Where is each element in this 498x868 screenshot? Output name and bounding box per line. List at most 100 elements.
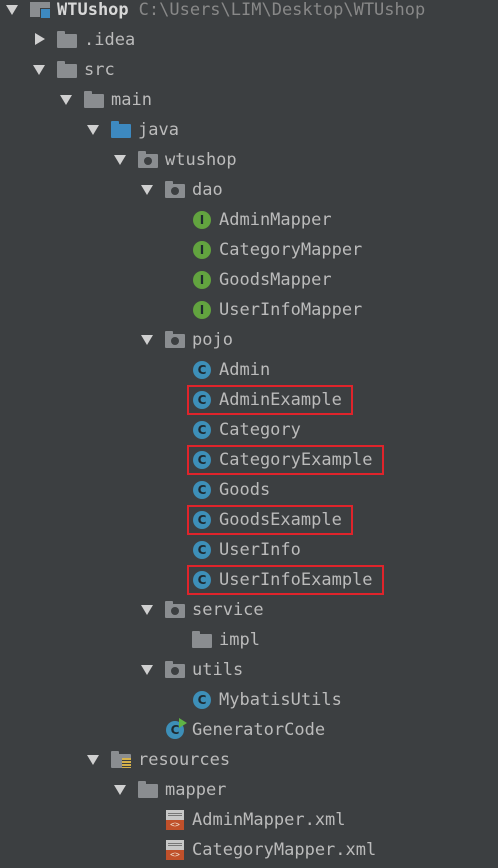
chevron-down-icon[interactable] — [4, 0, 20, 25]
interface-icon: I — [192, 271, 212, 289]
tree-node-label: AdminMapper — [219, 205, 332, 235]
node-name: AdminExample — [219, 390, 342, 410]
tree-node-goods[interactable]: C Goods — [0, 475, 498, 505]
tree-node-label: GeneratorCode — [192, 715, 325, 745]
class-icon: C — [192, 691, 212, 709]
tree-node-goodsexample[interactable]: C GoodsExample — [0, 505, 498, 535]
tree-node-label: src — [84, 55, 115, 85]
tree-node-impl[interactable]: impl — [0, 625, 498, 655]
tree-node--idea[interactable]: .idea — [0, 25, 498, 55]
tree-node-category[interactable]: C Category — [0, 415, 498, 445]
tree-node-label: .idea — [84, 25, 135, 55]
node-name: GoodsExample — [219, 510, 342, 530]
tree-node-resources[interactable]: resources — [0, 745, 498, 775]
node-name: Admin — [219, 360, 271, 380]
tree-node-label: Category — [219, 415, 301, 445]
tree-node-admin[interactable]: C Admin — [0, 355, 498, 385]
node-name: utils — [192, 660, 244, 680]
tree-node-dao[interactable]: dao — [0, 175, 498, 205]
tree-node-wtushop[interactable]: WTUshop C:\Users\LIM\Desktop\WTUshop — [0, 0, 498, 25]
node-name: Category — [219, 420, 301, 440]
node-name: wtushop — [165, 150, 237, 170]
tree-node-src[interactable]: src — [0, 55, 498, 85]
module-icon — [30, 1, 51, 19]
tree-node-label: CategoryMapper — [219, 235, 362, 265]
tree-node-label: pojo — [192, 325, 233, 355]
tree-node-label: Admin — [219, 355, 270, 385]
node-name: UserInfoExample — [219, 570, 373, 590]
tree-node-categorymapper[interactable]: I CategoryMapper — [0, 235, 498, 265]
tree-node-pojo[interactable]: pojo — [0, 325, 498, 355]
chevron-down-icon[interactable] — [112, 775, 128, 805]
package-icon — [165, 601, 185, 619]
runnable-class-icon: C — [165, 718, 187, 739]
class-icon: C — [192, 391, 212, 409]
node-name: .idea — [84, 30, 136, 50]
chevron-down-icon[interactable] — [58, 85, 74, 115]
chevron-down-icon[interactable] — [139, 175, 155, 205]
chevron-down-icon[interactable] — [85, 115, 101, 145]
chevron-down-icon[interactable] — [139, 595, 155, 625]
tree-node-utils[interactable]: utils — [0, 655, 498, 685]
class-icon: C — [192, 571, 212, 589]
tree-node-java[interactable]: java — [0, 115, 498, 145]
node-name: java — [138, 120, 179, 140]
tree-node-main[interactable]: main — [0, 85, 498, 115]
chevron-down-icon[interactable] — [85, 745, 101, 775]
tree-node-label: AdminMapper.xml — [192, 805, 346, 835]
package-icon — [165, 661, 185, 679]
tree-node-mapper[interactable]: mapper — [0, 775, 498, 805]
node-name: pojo — [192, 330, 233, 350]
tree-node-label: resources — [138, 745, 230, 775]
tree-node-goodsmapper[interactable]: I GoodsMapper — [0, 265, 498, 295]
package-icon — [165, 331, 185, 349]
node-name: GeneratorCode — [192, 720, 326, 740]
package-icon — [138, 151, 158, 169]
tree-node-label: CategoryExample — [219, 445, 373, 475]
tree-node-label: impl — [219, 625, 260, 655]
tree-node-label: main — [111, 85, 152, 115]
tree-node-label: UserInfoMapper — [219, 295, 362, 325]
chevron-down-icon[interactable] — [112, 145, 128, 175]
tree-node-label: GoodsMapper — [219, 265, 332, 295]
node-name: CategoryMapper.xml — [192, 840, 377, 860]
tree-node-mybatisutils[interactable]: C MybatisUtils — [0, 685, 498, 715]
class-icon: C — [192, 451, 212, 469]
tree-node-categorymapper-xml[interactable]: <> CategoryMapper.xml — [0, 835, 498, 865]
tree-node-label: UserInfoExample — [219, 565, 373, 595]
class-icon: C — [192, 361, 212, 379]
class-icon: C — [192, 481, 212, 499]
node-name: src — [84, 60, 115, 80]
xml-file-icon: <> — [165, 810, 185, 830]
node-name: UserInfoMapper — [219, 300, 363, 320]
folder-icon — [57, 31, 77, 49]
chevron-down-icon[interactable] — [31, 55, 47, 85]
tree-node-userinfoexample[interactable]: C UserInfoExample — [0, 565, 498, 595]
tree-node-adminmapper-xml[interactable]: <> AdminMapper.xml — [0, 805, 498, 835]
tree-node-adminmapper[interactable]: I AdminMapper — [0, 205, 498, 235]
chevron-right-icon[interactable] — [31, 25, 47, 55]
tree-node-userinfomapper[interactable]: I UserInfoMapper — [0, 295, 498, 325]
node-name: CategoryExample — [219, 450, 373, 470]
chevron-down-icon[interactable] — [139, 655, 155, 685]
node-name: mapper — [165, 780, 227, 800]
project-tree: WTUshop C:\Users\LIM\Desktop\WTUshop .idea… — [0, 0, 498, 865]
folder-icon — [138, 781, 158, 799]
tree-node-adminexample[interactable]: C AdminExample — [0, 385, 498, 415]
class-icon: C — [192, 511, 212, 529]
tree-node-generatorcode[interactable]: C GeneratorCode — [0, 715, 498, 745]
tree-node-userinfo[interactable]: C UserInfo — [0, 535, 498, 565]
node-name: MybatisUtils — [219, 690, 342, 710]
tree-node-service[interactable]: service — [0, 595, 498, 625]
tree-node-label: mapper — [165, 775, 226, 805]
chevron-down-icon[interactable] — [139, 325, 155, 355]
node-name: AdminMapper — [219, 210, 332, 230]
resources-folder-icon — [111, 751, 131, 769]
node-name: resources — [138, 750, 231, 770]
tree-node-label: CategoryMapper.xml — [192, 835, 376, 865]
tree-node-categoryexample[interactable]: C CategoryExample — [0, 445, 498, 475]
source-folder-icon — [111, 121, 131, 139]
tree-node-label: wtushop — [165, 145, 237, 175]
tree-node-wtushop[interactable]: wtushop — [0, 145, 498, 175]
xml-file-icon: <> — [165, 840, 185, 860]
